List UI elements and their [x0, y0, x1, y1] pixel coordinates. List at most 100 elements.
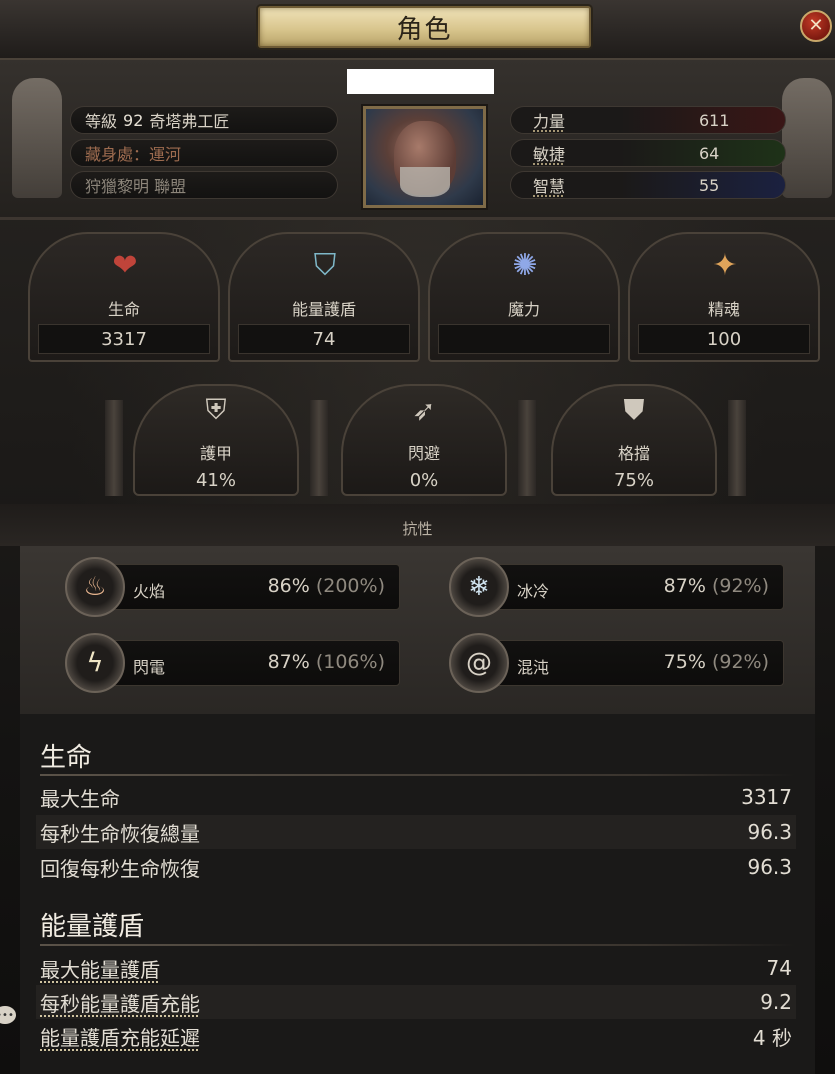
attribute-value: 64 — [699, 143, 720, 163]
resistance-label: 混沌 — [517, 658, 550, 677]
pool-life[interactable]: ❤ 生命 3317 — [28, 232, 220, 362]
stat-value: 3317 — [741, 785, 792, 809]
attribute-label: 智慧 — [533, 177, 566, 196]
class-name: 奇塔弗工匠 — [149, 112, 230, 131]
stat-row[interactable]: 每秒生命恢復總量 96.3 — [36, 815, 796, 849]
section-divider — [40, 774, 795, 776]
attribute-value: 611 — [699, 110, 730, 130]
stat-label: 每秒生命恢復總量 — [40, 821, 200, 846]
left-statue-ornament — [12, 78, 62, 198]
pool-mana[interactable]: ✺ 魔力 — [428, 232, 620, 362]
stat-value: 96.3 — [747, 855, 792, 879]
stat-value: 9.2 — [760, 990, 792, 1014]
pool-spirit[interactable]: ✦ 精魂 100 — [628, 232, 820, 362]
hideout-location: 藏身處：運河 — [85, 145, 182, 164]
defence-value: 0% — [409, 470, 439, 491]
resistance-max: (106%) — [315, 651, 385, 673]
pool-label: 精魂 — [707, 300, 740, 319]
resistances-title: 抗性 — [402, 520, 433, 538]
pillar-ornament — [518, 400, 536, 496]
resistance-max: (200%) — [315, 575, 385, 597]
pool-value — [438, 324, 610, 354]
defence-value: 75% — [613, 470, 654, 491]
character-name-field — [347, 69, 494, 94]
defence-label: 格擋 — [617, 444, 650, 463]
heart-icon: ❤ — [112, 247, 138, 283]
pool-value: 3317 — [38, 324, 210, 354]
section-divider — [40, 944, 795, 946]
defence-label: 閃避 — [407, 444, 440, 463]
resistance-lightning[interactable]: ϟ 閃電 87% (106%) — [65, 633, 400, 693]
league-row: 狩獵黎明 聯盟 — [70, 171, 338, 199]
stat-value: 74 — [766, 956, 792, 980]
pool-label: 生命 — [107, 300, 140, 319]
section-title-energy-shield: 能量護盾 — [40, 912, 145, 942]
stat-row[interactable]: 回復每秒生命恢復 96.3 — [36, 850, 796, 884]
stat-row[interactable]: 每秒能量護盾充能 9.2 — [36, 985, 796, 1019]
resistance-label: 冰冷 — [517, 582, 550, 601]
window-title: 角色 — [396, 14, 453, 45]
level-value: 92 — [123, 110, 144, 130]
armour-icon: ⛨ — [205, 393, 227, 426]
defence-armour[interactable]: ⛨ 護甲 41% — [133, 384, 299, 496]
attribute-label: 力量 — [533, 112, 566, 131]
defence-block[interactable]: ⛊ 格擋 75% — [551, 384, 717, 496]
resistance-value: 87% — [663, 575, 706, 597]
pool-label: 魔力 — [507, 300, 540, 319]
stat-label: 每秒能量護盾充能 — [40, 991, 200, 1016]
window-title-plate: 角色 — [258, 6, 591, 48]
resistance-max: (92%) — [711, 651, 769, 673]
chat-bubble-icon[interactable]: ••• — [0, 1006, 16, 1024]
resistance-max: (92%) — [711, 575, 769, 597]
spirit-icon: ✦ — [712, 247, 738, 283]
character-window: 角色 ✕ 等級 92 奇塔弗工匠 藏身處：運河 狩獵黎明 聯盟 力量 611 敏… — [0, 0, 835, 1074]
resistance-fire[interactable]: ♨ 火焰 86% (200%) — [65, 557, 400, 617]
stat-label: 能量護盾充能延遲 — [40, 1025, 200, 1050]
attribute-label: 敏捷 — [533, 145, 566, 164]
cold-icon: ❄ — [449, 557, 509, 617]
resistance-value: 86% — [267, 575, 310, 597]
pool-value: 100 — [638, 324, 810, 354]
stat-value: 96.3 — [747, 820, 792, 844]
stat-value: 4 秒 — [752, 1025, 792, 1050]
resistance-chaos[interactable]: @ 混沌 75% (92%) — [449, 633, 784, 693]
stat-row[interactable]: 能量護盾充能延遲 4 秒 — [36, 1019, 796, 1053]
mana-icon: ✺ — [512, 247, 538, 283]
energy-shield-icon: ⛉ — [313, 247, 337, 283]
pillar-ornament — [728, 400, 746, 496]
pool-label: 能量護盾 — [291, 300, 356, 319]
resistance-value: 87% — [267, 651, 310, 673]
attribute-intelligence[interactable]: 智慧 55 — [510, 171, 786, 199]
stat-label: 最大生命 — [40, 786, 120, 811]
lightning-icon: ϟ — [65, 633, 125, 693]
close-icon: ✕ — [808, 15, 824, 36]
defence-evasion[interactable]: ➶ 閃避 0% — [341, 384, 507, 496]
level-class-row: 等級 92 奇塔弗工匠 — [70, 106, 338, 134]
chaos-icon: @ — [449, 633, 509, 693]
close-button[interactable]: ✕ — [800, 10, 832, 42]
stat-row[interactable]: 最大能量護盾 74 — [36, 951, 796, 985]
league-name: 狩獵黎明 聯盟 — [85, 177, 187, 196]
block-icon: ⛊ — [623, 393, 645, 426]
defence-label: 護甲 — [199, 444, 232, 463]
evasion-icon: ➶ — [412, 393, 436, 427]
defence-value: 41% — [195, 470, 236, 491]
pillar-ornament — [310, 400, 328, 496]
pool-energy-shield[interactable]: ⛉ 能量護盾 74 — [228, 232, 420, 362]
resistance-value: 75% — [663, 651, 706, 673]
attribute-value: 55 — [699, 175, 720, 195]
hideout-row[interactable]: 藏身處：運河 — [70, 139, 338, 167]
stat-label: 最大能量護盾 — [40, 957, 160, 982]
character-portrait — [363, 106, 486, 208]
level-label: 等級 — [85, 112, 118, 131]
fire-icon: ♨ — [65, 557, 125, 617]
pool-value: 74 — [238, 324, 410, 354]
section-title-life: 生命 — [40, 743, 93, 773]
pillar-ornament — [105, 400, 123, 496]
resistance-label: 閃電 — [133, 658, 166, 677]
attribute-dexterity[interactable]: 敏捷 64 — [510, 139, 786, 167]
attribute-strength[interactable]: 力量 611 — [510, 106, 786, 134]
stat-row[interactable]: 最大生命 3317 — [36, 780, 796, 814]
resistance-label: 火焰 — [133, 582, 166, 601]
resistance-cold[interactable]: ❄ 冰冷 87% (92%) — [449, 557, 784, 617]
